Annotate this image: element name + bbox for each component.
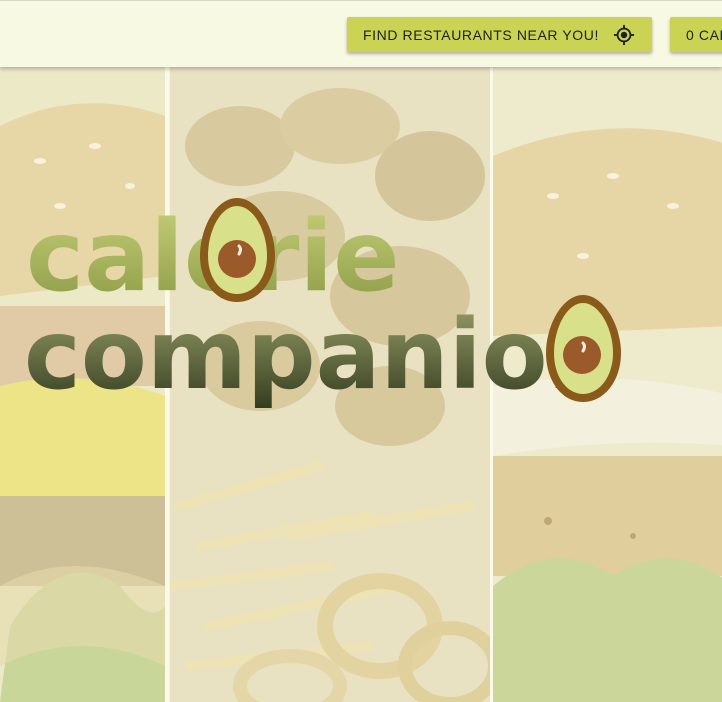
wings-fries-photo (170, 66, 490, 702)
find-restaurants-button[interactable]: FIND RESTAURANTS NEAR YOU! (347, 17, 652, 52)
burger-photo-left (0, 66, 165, 702)
sandwich-photo-right (493, 66, 722, 702)
my-location-icon (613, 24, 635, 46)
top-bar: FIND RESTAURANTS NEAR YOU! 0 CAL (0, 0, 722, 67)
find-restaurants-label: FIND RESTAURANTS NEAR YOU! (363, 26, 599, 43)
panel-divider (165, 66, 169, 702)
calorie-counter-button[interactable]: 0 CAL (670, 17, 722, 52)
calorie-counter-label: 0 CAL (686, 26, 722, 43)
food-photo-panels (0, 66, 722, 702)
